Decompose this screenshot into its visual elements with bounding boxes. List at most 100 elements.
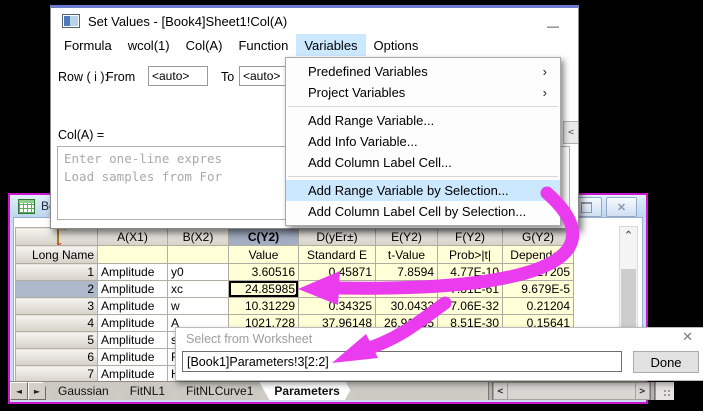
tab-strip-filler	[346, 382, 488, 400]
row-header-longname[interactable]: Long Name	[16, 246, 98, 264]
cell[interactable]: 10.31229	[229, 298, 299, 315]
cell[interactable]: 0.45871	[299, 264, 376, 281]
tab-next-icon[interactable]: ►	[28, 382, 46, 400]
menu-formula[interactable]: Formula	[56, 34, 120, 56]
close-button[interactable]: ✕	[606, 197, 637, 217]
column-header-b[interactable]: B(X2)	[168, 228, 229, 246]
worksheet-icon	[18, 199, 35, 214]
cell[interactable]: 9.679E-5	[503, 281, 574, 298]
cell[interactable]	[98, 246, 168, 264]
done-button[interactable]: Done	[633, 351, 699, 373]
cell[interactable]: xc	[168, 281, 229, 298]
tab-parameters[interactable]: Parameters	[259, 382, 354, 400]
menu-function[interactable]: Function	[230, 34, 296, 56]
cell[interactable]: 0.21204	[503, 298, 574, 315]
row-header[interactable]: 1	[16, 264, 98, 281]
cell[interactable]: 0.27205	[503, 264, 574, 281]
row-header[interactable]: 5	[16, 332, 98, 349]
menu-separator	[288, 176, 558, 177]
restore-icon	[581, 202, 592, 213]
submenu-arrow-icon: ›	[543, 85, 547, 100]
row-header[interactable]: 7	[16, 366, 98, 383]
menu-item-add-info-variable[interactable]: Add Info Variable...	[286, 131, 560, 152]
menu-item-predefined-variables[interactable]: Predefined Variables ›	[286, 61, 560, 82]
tab-fitnlcurve1[interactable]: FitNLCurve1	[171, 382, 268, 400]
to-label: To	[221, 70, 234, 84]
cell[interactable]: Value	[229, 246, 299, 264]
cell[interactable]: y0	[168, 264, 229, 281]
cell[interactable]: Amplitude	[98, 281, 168, 298]
row-header[interactable]: 6	[16, 349, 98, 366]
from-input[interactable]	[148, 66, 208, 86]
row-range-label: Row ( i ):	[58, 70, 108, 84]
submenu-arrow-icon: ›	[543, 64, 547, 79]
cell[interactable]: 0.18981	[299, 281, 376, 298]
menu-item-project-variables[interactable]: Project Variables ›	[286, 82, 560, 103]
cell[interactable]: Amplitude	[98, 366, 168, 383]
menu-item-add-column-label-cell[interactable]: Add Column Label Cell...	[286, 152, 560, 173]
cell[interactable]: Amplitude	[98, 298, 168, 315]
cell[interactable]: Amplitude	[98, 332, 168, 349]
menu-variables[interactable]: Variables	[296, 34, 365, 56]
horizontal-scrollbar[interactable]	[508, 382, 635, 400]
set-values-title: Set Values - [Book4]Sheet1!Col(A)	[88, 14, 287, 29]
minimize-icon[interactable]: —	[546, 19, 560, 33]
set-values-menubar: Formula wcol(1) Col(A) Function Variable…	[51, 34, 578, 56]
table-row: 2 Amplitude xc 24.85985 0.18981 130.9714…	[16, 281, 574, 298]
cell[interactable]: 30.0433	[376, 298, 438, 315]
menu-wcol[interactable]: wcol(1)	[120, 34, 178, 56]
table-row: 1 Amplitude y0 3.60516 0.45871 7.8594 4.…	[16, 264, 574, 281]
menu-item-add-column-label-cell-by-selection[interactable]: Add Column Label Cell by Selection...	[286, 201, 560, 222]
cell[interactable]: Prob>|t|	[438, 246, 503, 264]
row-header[interactable]: 4	[16, 315, 98, 332]
row-header-selected[interactable]: 2	[16, 281, 98, 298]
set-values-titlebar[interactable]: Set Values - [Book4]Sheet1!Col(A)	[51, 8, 578, 34]
scroll-left-icon[interactable]: <	[493, 382, 508, 400]
column-header-f[interactable]: F(Y2)	[438, 228, 503, 246]
cell[interactable]: 7.81E-61	[438, 281, 503, 298]
cell[interactable]: 7.06E-32	[438, 298, 503, 315]
column-header-a[interactable]: A(X1)	[98, 228, 168, 246]
set-values-icon	[62, 14, 80, 28]
column-header-c-selected[interactable]: C(Y2)	[229, 228, 299, 246]
column-header-g[interactable]: G(Y2)	[503, 228, 574, 246]
column-header-e[interactable]: E(Y2)	[376, 228, 438, 246]
cell[interactable]: 130.9714	[376, 281, 438, 298]
selected-cell[interactable]: 24.85985	[229, 281, 299, 298]
select-all-corner[interactable]	[16, 228, 98, 246]
resize-grip[interactable]	[655, 382, 674, 400]
menu-col-a[interactable]: Col(A)	[178, 34, 231, 56]
cell[interactable]: Amplitude	[98, 264, 168, 281]
tab-prev-icon[interactable]: ◄	[10, 382, 28, 400]
column-header-row: A(X1) B(X2) C(Y2) D(yEr±) E(Y2) F(Y2) G(…	[16, 228, 574, 246]
from-label: From	[106, 70, 135, 84]
cell[interactable]: Dependen	[503, 246, 574, 264]
cell[interactable]: w	[168, 298, 229, 315]
cell[interactable]: 0.34325	[299, 298, 376, 315]
menu-options[interactable]: Options	[366, 34, 427, 56]
cell[interactable]: 4.77E-10	[438, 264, 503, 281]
cell[interactable]	[168, 246, 229, 264]
menu-item-add-range-variable-by-selection[interactable]: Add Range Variable by Selection...	[286, 180, 560, 201]
cell[interactable]: 7.8594	[376, 264, 438, 281]
cell[interactable]: Standard E	[299, 246, 376, 264]
folder-x-icon	[57, 229, 59, 245]
column-header-d[interactable]: D(yEr±)	[299, 228, 376, 246]
range-input[interactable]	[182, 351, 622, 372]
cell[interactable]: Amplitude	[98, 349, 168, 366]
table-row: 3 Amplitude w 10.31229 0.34325 30.0433 7…	[16, 298, 574, 315]
menu-item-add-range-variable[interactable]: Add Range Variable...	[286, 110, 560, 131]
tab-gaussian[interactable]: Gaussian	[43, 382, 124, 400]
close-icon[interactable]: ✕	[682, 330, 693, 345]
row-header[interactable]: 3	[16, 298, 98, 315]
collapse-panel-icon[interactable]: <	[563, 121, 578, 144]
scroll-up-icon[interactable]: ^	[620, 227, 637, 243]
target-column-label: Col(A) =	[58, 128, 104, 142]
sheet-tab-bar: ◄ ► Gaussian FitNL1 FitNLCurve1 Paramete…	[10, 381, 646, 400]
cell[interactable]: t-Value	[376, 246, 438, 264]
long-name-row: Long Name Value Standard E t-Value Prob>…	[16, 246, 574, 264]
scroll-right-icon[interactable]: >	[635, 382, 650, 400]
cell[interactable]: Amplitude	[98, 315, 168, 332]
cell[interactable]: 3.60516	[229, 264, 299, 281]
tab-fitnl1[interactable]: FitNL1	[115, 382, 180, 400]
